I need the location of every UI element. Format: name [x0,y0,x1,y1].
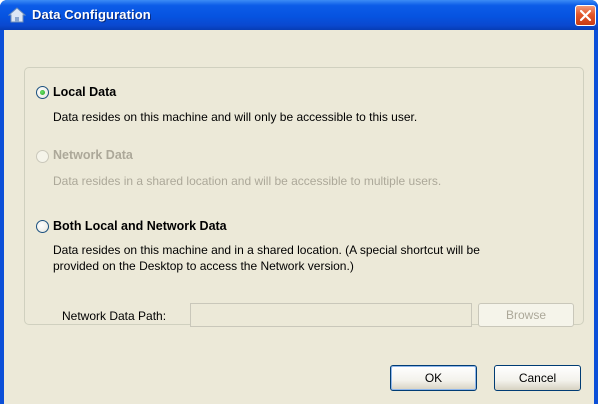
both-data-description-line1: Data resides on this machine and in a sh… [53,243,480,257]
both-data-radio[interactable] [36,220,49,233]
close-button[interactable] [575,5,596,26]
title-bar[interactable]: Data Configuration [0,0,598,30]
network-data-description: Data resides in a shared location and wi… [53,174,442,188]
network-path-input[interactable] [190,303,472,327]
both-data-label[interactable]: Both Local and Network Data [53,219,227,233]
ok-button[interactable]: OK [390,365,477,391]
network-data-radio [36,150,49,163]
data-type-group [24,67,584,325]
local-data-label[interactable]: Local Data [53,85,116,99]
close-icon [579,9,592,22]
local-data-description: Data resides on this machine and will on… [53,110,418,124]
window-title: Data Configuration [32,7,151,22]
network-path-label: Network Data Path: [62,309,167,323]
network-data-label: Network Data [53,148,133,162]
browse-button[interactable]: Browse [478,303,574,327]
data-configuration-dialog: Data Configuration Local Data Data resid… [0,0,598,404]
home-icon [8,7,26,23]
cancel-button[interactable]: Cancel [494,365,581,391]
local-data-radio[interactable] [36,86,49,99]
dialog-body: Local Data Data resides on this machine … [4,30,594,404]
both-data-description-line2: provided on the Desktop to access the Ne… [53,259,354,273]
